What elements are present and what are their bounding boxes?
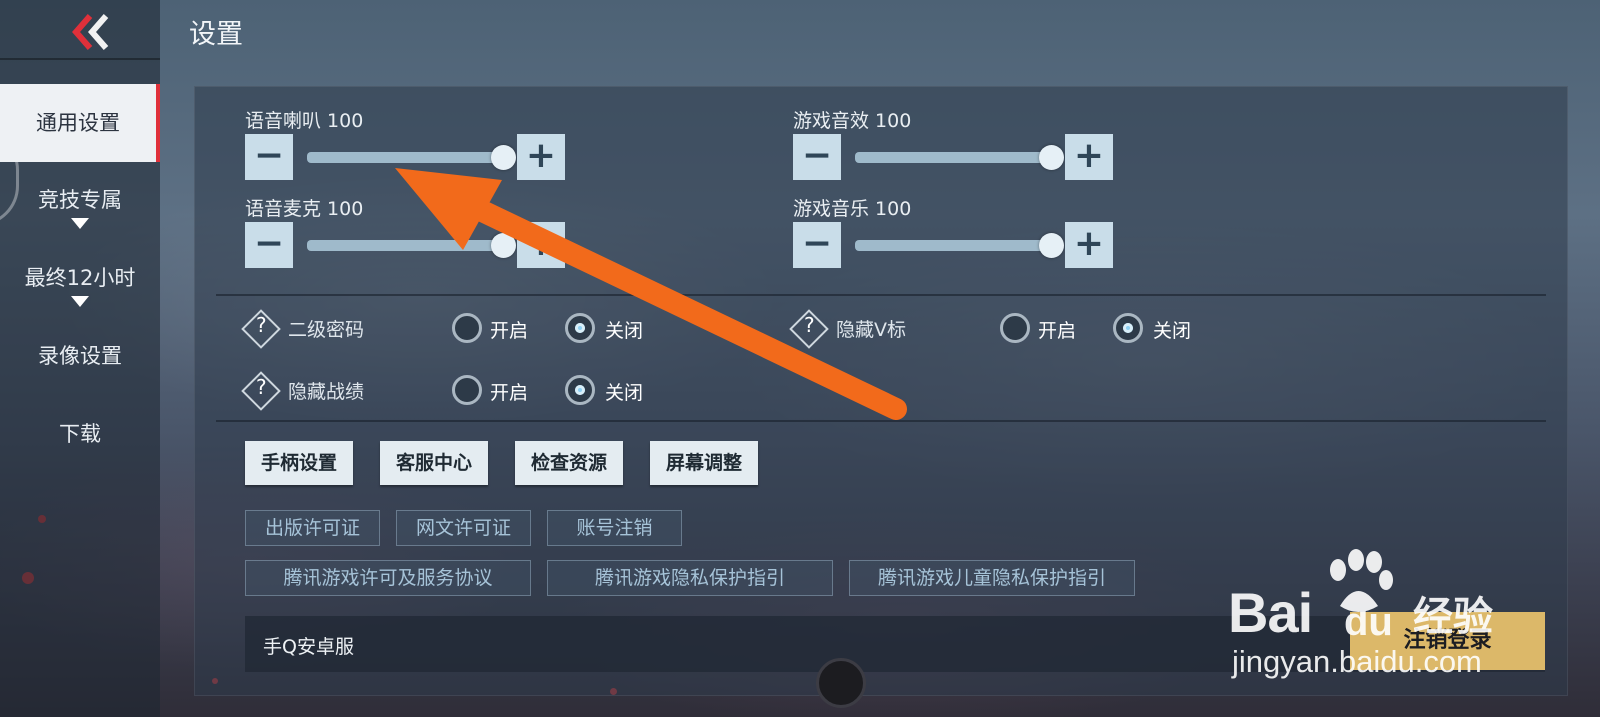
plus-button[interactable]: + — [1065, 222, 1113, 268]
radio-on-label: 开启 — [1038, 320, 1077, 342]
publication-license-link[interactable]: 出版许可证 — [245, 510, 380, 546]
slider-label: 游戏音乐 100 — [793, 198, 912, 220]
radio-off[interactable] — [565, 375, 595, 405]
plus-button[interactable]: + — [517, 222, 565, 268]
watermark-url: jingyan.baidu.com — [1232, 644, 1482, 679]
dropdown-arrow-icon — [71, 218, 89, 229]
child-privacy-policy-link[interactable]: 腾讯游戏儿童隐私保护指引 — [849, 560, 1135, 596]
back-button[interactable] — [62, 10, 122, 54]
sidebar-item-download[interactable]: 下载 — [0, 418, 160, 448]
screen-adjust-button[interactable]: 屏幕调整 — [650, 441, 758, 485]
section-divider — [216, 420, 1546, 422]
watermark-brand: Bai — [1228, 581, 1313, 644]
sidebar-item-recording[interactable]: 录像设置 — [0, 340, 160, 370]
question-mark-icon: ? — [256, 375, 267, 399]
option-secondary-password: ? 二级密码 开启 关闭 — [241, 309, 667, 349]
option-label: 二级密码 — [288, 319, 365, 341]
radio-on-label: 开启 — [490, 320, 529, 342]
sidebar-item-general[interactable]: 通用设置 — [0, 84, 160, 162]
sidebar-item-final-12h[interactable]: 最终12小时 — [0, 262, 160, 307]
section-divider — [216, 294, 1546, 296]
back-chevron-icon — [72, 14, 109, 50]
account-cancel-link[interactable]: 账号注销 — [547, 510, 682, 546]
slider-label: 游戏音效 100 — [793, 110, 912, 132]
radio-off-label: 关闭 — [1153, 320, 1192, 342]
slider-knob[interactable] — [1039, 145, 1064, 170]
radio-on[interactable] — [1000, 313, 1030, 343]
slider-track[interactable] — [307, 233, 516, 258]
minus-button[interactable]: − — [245, 222, 293, 268]
option-hide-stats: ? 隐藏战绩 开启 关闭 — [241, 371, 667, 411]
sidebar-item-competitive[interactable]: 竞技专属 — [0, 184, 160, 229]
dropdown-arrow-icon — [71, 296, 89, 307]
check-resources-button[interactable]: 检查资源 — [515, 441, 623, 485]
online-culture-license-link[interactable]: 网文许可证 — [396, 510, 531, 546]
minus-button[interactable]: − — [245, 134, 293, 180]
minus-button[interactable]: − — [793, 134, 841, 180]
sidebar-item-label: 竞技专属 — [38, 188, 122, 212]
slider-knob[interactable] — [491, 145, 516, 170]
radio-off-label: 关闭 — [605, 382, 644, 404]
radio-on[interactable] — [452, 375, 482, 405]
option-hide-v-badge: ? 隐藏V标 开启 关闭 — [789, 309, 1215, 349]
slider-knob[interactable] — [1039, 233, 1064, 258]
service-agreement-link[interactable]: 腾讯游戏许可及服务协议 — [245, 560, 531, 596]
radio-on-label: 开启 — [490, 382, 529, 404]
privacy-policy-link[interactable]: 腾讯游戏隐私保护指引 — [547, 560, 833, 596]
customer-service-button[interactable]: 客服中心 — [380, 441, 488, 485]
plus-button[interactable]: + — [517, 134, 565, 180]
slider-label: 语音麦克 100 — [245, 198, 364, 220]
baidu-watermark: Bai du 经验 jingyan.baidu.com — [1228, 548, 1600, 683]
slider-track[interactable] — [307, 145, 516, 170]
watermark-brand-du: du — [1344, 600, 1393, 644]
slider-knob[interactable] — [491, 233, 516, 258]
option-label: 隐藏V标 — [836, 319, 906, 341]
sidebar-divider — [0, 58, 160, 60]
radio-off-label: 关闭 — [605, 320, 644, 342]
question-mark-icon: ? — [256, 313, 267, 337]
account-type-label: 手Q安卓服 — [263, 636, 354, 658]
radio-on[interactable] — [452, 313, 482, 343]
plus-button[interactable]: + — [1065, 134, 1113, 180]
slider-track[interactable] — [855, 145, 1064, 170]
sidebar: 通用设置 竞技专属 最终12小时 录像设置 下载 — [0, 0, 160, 717]
slider-track[interactable] — [855, 233, 1064, 258]
minus-button[interactable]: − — [793, 222, 841, 268]
radio-off[interactable] — [1113, 313, 1143, 343]
page-title: 设置 — [189, 19, 243, 50]
option-label: 隐藏战绩 — [288, 381, 365, 403]
home-button[interactable] — [816, 658, 866, 708]
controller-settings-button[interactable]: 手柄设置 — [245, 441, 353, 485]
watermark-suffix: 经验 — [1413, 594, 1493, 640]
radio-off[interactable] — [565, 313, 595, 343]
slider-label: 语音喇叭 100 — [245, 110, 364, 132]
sidebar-item-label: 最终12小时 — [24, 266, 136, 290]
question-mark-icon: ? — [804, 313, 815, 337]
